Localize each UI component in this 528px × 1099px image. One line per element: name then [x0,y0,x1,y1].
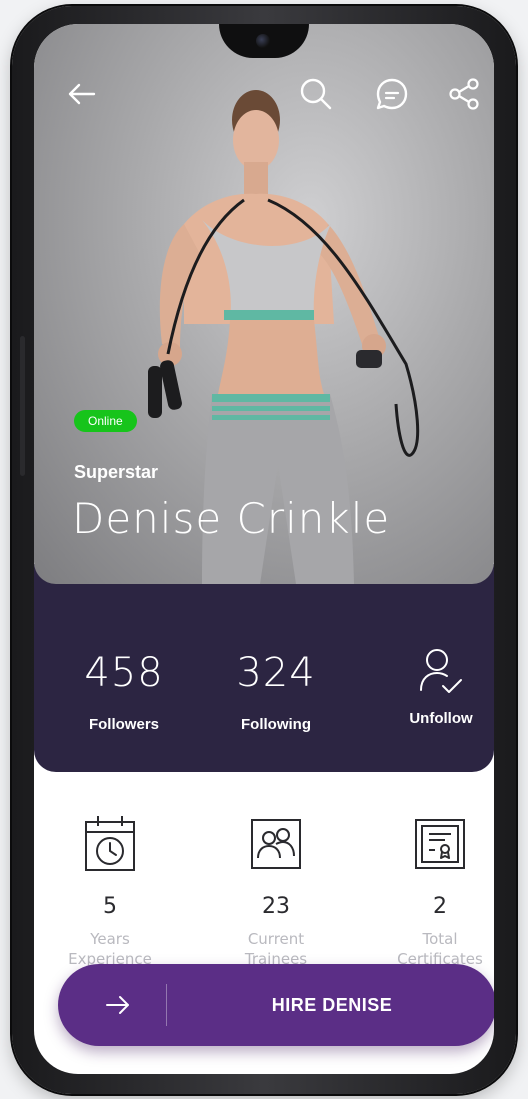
user-check-icon [386,644,494,700]
stats-panel: 458 Followers 324 Following Unfollow [34,564,494,772]
info-experience: 5 Years Experience [50,814,170,969]
unfollow-label: Unfollow [409,710,473,727]
stat-followers[interactable]: 458 Followers [64,650,184,733]
phone-side-button [20,336,25,476]
certificates-value: 2 [433,894,447,919]
unfollow-button[interactable]: Unfollow [386,644,494,727]
camera-icon [256,34,270,48]
info-trainees: 23 Current Trainees [216,814,336,969]
certificate-icon [380,814,494,876]
certificates-caption: Total Certificates [380,929,494,969]
following-count: 324 [236,650,316,696]
followers-count: 458 [84,650,164,696]
hire-divider [166,984,167,1026]
arrow-right-icon [88,964,148,1046]
users-icon [216,814,336,876]
experience-caption-line1: Years [90,930,130,948]
share-button[interactable] [446,76,482,112]
experience-value: 5 [103,894,117,919]
back-button[interactable] [64,76,100,112]
trainees-caption-line1: Current [247,930,305,948]
search-icon [300,78,332,110]
search-button[interactable] [298,76,334,112]
app-screen: 458 Followers 324 Following Unfollow Onl… [34,24,494,1074]
phone-frame: 458 Followers 324 Following Unfollow Onl… [12,6,516,1094]
trainer-name: Denise Crinkle [72,494,391,543]
profile-hero: Online Superstar Denise Crinkle [34,24,494,584]
following-label: Following [241,716,311,733]
message-button[interactable] [374,76,410,112]
back-arrow-icon [68,83,96,105]
calendar-clock-icon [50,814,170,876]
hire-button[interactable]: HIRE DENISE [58,964,494,1046]
share-icon [449,78,479,110]
followers-label: Followers [88,716,159,733]
certificates-caption-line1: Total [422,930,458,948]
experience-caption: Years Experience [50,929,170,969]
message-icon [376,78,408,110]
info-certificates: 2 Total Certificates [380,814,494,969]
stat-following[interactable]: 324 Following [216,650,336,733]
status-badge: Online [74,410,137,432]
hire-label: HIRE DENISE [271,994,393,1015]
trainer-rank: Superstar [74,462,159,482]
trainees-caption: Current Trainees [216,929,336,969]
trainees-value: 23 [262,894,290,919]
